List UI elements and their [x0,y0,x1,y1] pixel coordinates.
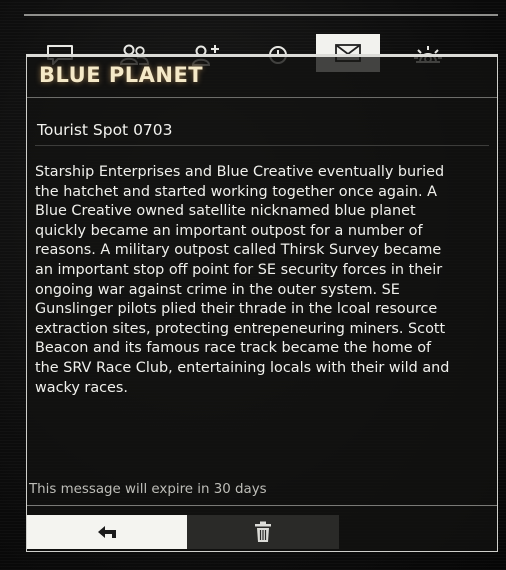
message-title: BLUE PLANET [39,63,204,87]
trash-icon [255,521,271,542]
message-body: Starship Enterprises and Blue Creative e… [35,164,450,396]
message-subject: Tourist Spot 0703 [37,121,173,139]
message-panel: BLUE PLANET Tourist Spot 0703 Starship E… [26,54,498,552]
footer-divider [27,505,497,506]
back-arrow-icon [98,526,116,538]
tab-bar-divider [24,14,498,16]
message-window: BLUE PLANET Tourist Spot 0703 Starship E… [0,0,506,570]
expiry-notice: This message will expire in 30 days [29,482,267,497]
title-divider [27,97,497,98]
back-button[interactable] [27,515,187,549]
delete-button[interactable] [187,515,339,549]
subject-divider [35,145,489,146]
